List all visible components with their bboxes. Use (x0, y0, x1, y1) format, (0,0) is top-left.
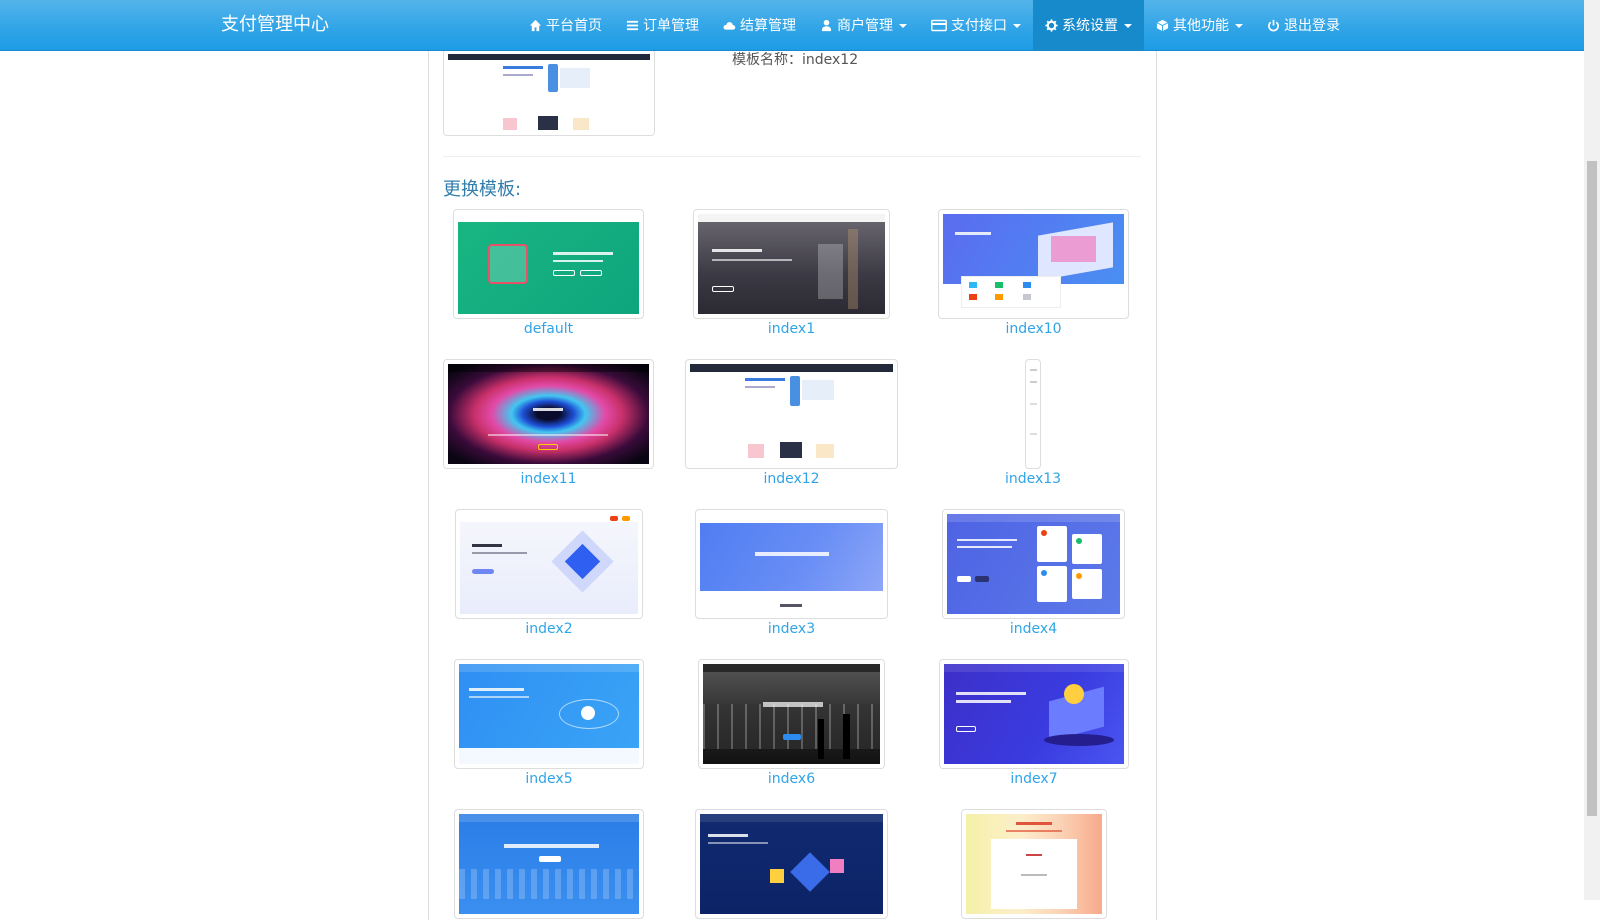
template-thumbnail[interactable] (1025, 359, 1041, 469)
template-thumbnail[interactable] (942, 509, 1125, 619)
template-label[interactable]: index3 (695, 621, 888, 637)
template-thumbnail[interactable] (693, 209, 890, 319)
user-icon (821, 19, 832, 32)
template-thumbnail[interactable] (443, 359, 654, 469)
nav-home-label: 平台首页 (546, 17, 602, 34)
template-thumbnail[interactable] (938, 209, 1129, 319)
nav-settlement[interactable]: 结算管理 (711, 0, 808, 51)
credit-card-icon (931, 19, 947, 32)
nav-merchants[interactable]: 商户管理 (808, 0, 919, 51)
cube-icon (1156, 19, 1169, 32)
nav-other-functions-label: 其他功能 (1173, 17, 1229, 34)
section-divider (443, 156, 1141, 157)
template-label[interactable]: default (453, 321, 644, 337)
caret-down-icon (1124, 23, 1132, 28)
template-thumbnail[interactable] (698, 659, 885, 769)
nav-payment-api[interactable]: 支付接口 (919, 0, 1033, 51)
nav-merchants-label: 商户管理 (837, 17, 893, 34)
template-label[interactable]: index13 (933, 471, 1133, 487)
current-template-name: 模板名称：index12 (732, 52, 859, 68)
nav-settlement-label: 结算管理 (740, 17, 796, 34)
caret-down-icon (1013, 23, 1021, 28)
nav-logout[interactable]: 退出登录 (1255, 0, 1352, 51)
caret-down-icon (899, 23, 907, 28)
template-thumbnail[interactable] (961, 809, 1107, 919)
template-label[interactable]: index6 (698, 771, 885, 787)
scrollbar-thumb[interactable] (1587, 161, 1597, 816)
template-thumbnail[interactable] (685, 359, 898, 469)
change-template-title: 更换模板: (443, 179, 522, 200)
template-label[interactable]: index4 (942, 621, 1125, 637)
nav-orders[interactable]: 订单管理 (614, 0, 711, 51)
nav-home[interactable]: 平台首页 (517, 0, 614, 51)
template-label[interactable]: index11 (443, 471, 654, 487)
template-label[interactable]: index12 (685, 471, 898, 487)
template-thumbnail[interactable] (454, 809, 644, 919)
template-label[interactable]: index1 (693, 321, 890, 337)
power-icon (1268, 19, 1279, 32)
nav-orders-label: 订单管理 (643, 17, 699, 34)
template-label[interactable]: index10 (938, 321, 1129, 337)
page-scrollbar[interactable] (1584, 0, 1600, 900)
template-thumbnail[interactable] (939, 659, 1129, 769)
main-nav: 平台首页 订单管理 结算管理 商户管理 支付接口 系统设置 其他功能 退出登录 (517, 0, 1352, 51)
gear-icon (1045, 19, 1058, 32)
current-template-thumbnail (443, 49, 655, 136)
nav-system-settings-label: 系统设置 (1062, 17, 1118, 34)
template-thumbnail[interactable] (453, 209, 644, 319)
brand-title[interactable]: 支付管理中心 (221, 0, 329, 51)
template-thumbnail[interactable] (455, 509, 643, 619)
cloud-icon (723, 22, 736, 30)
nav-payment-api-label: 支付接口 (951, 17, 1007, 34)
template-label[interactable]: index7 (939, 771, 1129, 787)
template-label[interactable]: index2 (455, 621, 643, 637)
nav-system-settings[interactable]: 系统设置 (1033, 0, 1144, 51)
home-icon (529, 19, 542, 32)
nav-other-functions[interactable]: 其他功能 (1144, 0, 1255, 51)
template-thumbnail[interactable] (695, 809, 888, 919)
caret-down-icon (1235, 23, 1243, 28)
nav-logout-label: 退出登录 (1284, 17, 1340, 34)
top-navbar: 支付管理中心 平台首页 订单管理 结算管理 商户管理 支付接口 系统设置 其他功… (0, 0, 1584, 51)
list-icon (626, 20, 639, 31)
template-thumbnail[interactable] (454, 659, 644, 769)
template-label[interactable]: index5 (454, 771, 644, 787)
template-thumbnail[interactable] (695, 509, 888, 619)
